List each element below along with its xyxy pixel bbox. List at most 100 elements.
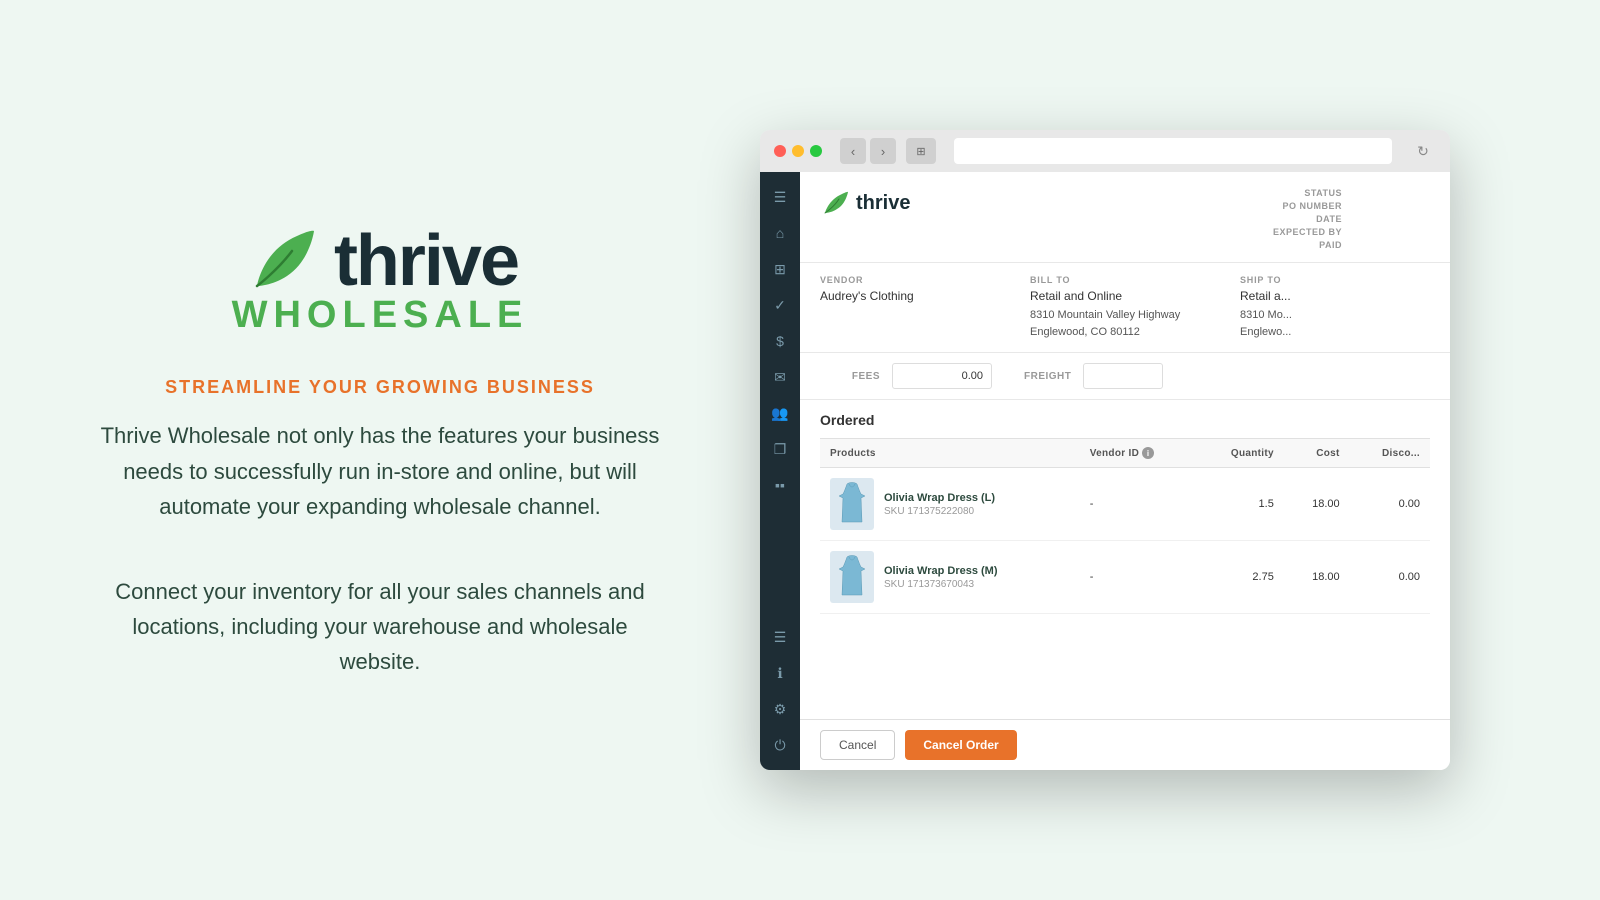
back-button[interactable]: ‹ bbox=[840, 138, 866, 164]
vendor-id-2: - bbox=[1080, 541, 1197, 614]
paid-value bbox=[1350, 240, 1430, 250]
app-logo: thrive bbox=[820, 188, 910, 218]
browser-titlebar: ‹ › ⊞ ↻ bbox=[760, 130, 1450, 172]
app-content: ☰ ⌂ ⊞ ✓ $ ✉ 👥 ❐ ▪▪ ☰ ℹ ⚙ ⏻ bbox=[760, 172, 1450, 770]
ordered-title: Ordered bbox=[820, 412, 1430, 428]
description1: Thrive Wholesale not only has the featur… bbox=[80, 418, 680, 524]
url-bar[interactable] bbox=[954, 138, 1392, 164]
freight-label: FREIGHT bbox=[1024, 371, 1071, 382]
sidebar-chart-icon[interactable]: ▪▪ bbox=[762, 468, 798, 502]
dress-icon-2 bbox=[837, 555, 867, 599]
cancel-button[interactable]: Cancel bbox=[820, 730, 895, 760]
quantity-2: 2.75 bbox=[1197, 541, 1284, 614]
status-label: STATUS bbox=[1304, 188, 1342, 198]
col-cost: Cost bbox=[1284, 439, 1350, 468]
table-header-row: Products Vendor ID i Quantity Cost Disco bbox=[820, 439, 1430, 468]
sidebar-check-icon[interactable]: ✓ bbox=[762, 288, 798, 322]
ship-to-addr1: 8310 Mo... bbox=[1240, 309, 1292, 321]
product-sku-1: SKU 171375222080 bbox=[884, 506, 995, 517]
cost-1: 18.00 bbox=[1284, 468, 1350, 541]
product-name-1: Olivia Wrap Dress (L) bbox=[884, 492, 995, 504]
col-products: Products bbox=[820, 439, 1080, 468]
sidebar-list-icon[interactable]: ☰ bbox=[762, 620, 798, 654]
ship-to-address: 8310 Mo... Englewo... bbox=[1240, 307, 1430, 340]
bill-to-address: 8310 Mountain Valley Highway Englewood, … bbox=[1030, 307, 1220, 340]
paid-label: PAID bbox=[1319, 240, 1342, 250]
sidebar-copy-icon[interactable]: ❐ bbox=[762, 432, 798, 466]
left-panel: thrive WHOLESALE STREAMLINE YOUR GROWING… bbox=[0, 0, 760, 900]
product-info-1: Olivia Wrap Dress (L) SKU 171375222080 bbox=[884, 492, 995, 517]
ship-to-block: SHIP TO Retail a... 8310 Mo... Englewo..… bbox=[1240, 275, 1430, 340]
status-value bbox=[1350, 188, 1430, 198]
dot-green-window[interactable] bbox=[810, 145, 822, 157]
table-row: Olivia Wrap Dress (M) SKU 171373670043 -… bbox=[820, 541, 1430, 614]
po-number-row: PO NUMBER bbox=[1282, 201, 1430, 211]
table-row: Olivia Wrap Dress (L) SKU 171375222080 -… bbox=[820, 468, 1430, 541]
sidebar-menu-icon[interactable]: ☰ bbox=[762, 180, 798, 214]
app-logo-text: thrive bbox=[856, 192, 910, 215]
sidebar-grid-icon[interactable]: ⊞ bbox=[762, 252, 798, 286]
sidebar-dollar-icon[interactable]: $ bbox=[762, 324, 798, 358]
vendor-name: Audrey's Clothing bbox=[820, 289, 1010, 303]
vendor-label: VENDOR bbox=[820, 275, 1010, 285]
product-cell-2: Olivia Wrap Dress (M) SKU 171373670043 bbox=[820, 541, 1080, 614]
fees-input[interactable] bbox=[892, 363, 992, 389]
freight-input[interactable] bbox=[1083, 363, 1163, 389]
sidebar-settings-icon[interactable]: ⚙ bbox=[762, 692, 798, 726]
sidebar-mail-icon[interactable]: ✉ bbox=[762, 360, 798, 394]
sidebar-info-icon[interactable]: ℹ bbox=[762, 656, 798, 690]
expected-by-row: EXPECTED BY bbox=[1273, 227, 1430, 237]
products-table: Products Vendor ID i Quantity Cost Disco bbox=[820, 438, 1430, 614]
product-info-2: Olivia Wrap Dress (M) SKU 171373670043 bbox=[884, 565, 998, 590]
bill-to-name: Retail and Online bbox=[1030, 289, 1220, 303]
dress-icon-1 bbox=[837, 482, 867, 526]
forward-button[interactable]: › bbox=[870, 138, 896, 164]
logo-wholesale-text: WHOLESALE bbox=[232, 294, 529, 337]
expected-by-label: EXPECTED BY bbox=[1273, 227, 1342, 237]
refresh-button[interactable]: ↻ bbox=[1410, 138, 1436, 164]
sidebar-home-icon[interactable]: ⌂ bbox=[762, 216, 798, 250]
product-sku-2: SKU 171373670043 bbox=[884, 579, 998, 590]
discount-1: 0.00 bbox=[1350, 468, 1430, 541]
dot-yellow[interactable] bbox=[792, 145, 804, 157]
cost-2: 18.00 bbox=[1284, 541, 1350, 614]
cancel-order-button[interactable]: Cancel Order bbox=[905, 730, 1016, 760]
sidebar-power-icon[interactable]: ⏻ bbox=[762, 728, 798, 762]
quantity-1: 1.5 bbox=[1197, 468, 1284, 541]
leaf-icon bbox=[242, 221, 322, 301]
ship-to-addr2: Englewo... bbox=[1240, 326, 1291, 338]
browser-dots bbox=[774, 145, 822, 157]
bill-to-block: BILL TO Retail and Online 8310 Mountain … bbox=[1030, 275, 1220, 340]
tab-button[interactable]: ⊞ bbox=[906, 138, 936, 164]
col-quantity: Quantity bbox=[1197, 439, 1284, 468]
date-row: DATE bbox=[1316, 214, 1430, 224]
po-number-label: PO NUMBER bbox=[1282, 201, 1342, 211]
date-value bbox=[1350, 214, 1430, 224]
ship-to-name: Retail a... bbox=[1240, 289, 1430, 303]
ordered-section: Ordered Products Vendor ID i bbox=[800, 400, 1450, 614]
vendor-id-info-icon: i bbox=[1142, 447, 1154, 459]
sidebar-users-icon[interactable]: 👥 bbox=[762, 396, 798, 430]
app-leaf-icon bbox=[820, 188, 850, 218]
discount-2: 0.00 bbox=[1350, 541, 1430, 614]
vendor-block: VENDOR Audrey's Clothing bbox=[820, 275, 1010, 340]
po-meta: STATUS PO NUMBER DATE EXPECTED BY bbox=[1273, 188, 1430, 250]
status-row: STATUS bbox=[1304, 188, 1430, 198]
logo-thrive-text: thrive bbox=[334, 220, 518, 302]
product-image-1 bbox=[830, 478, 874, 530]
col-discount: Disco... bbox=[1350, 439, 1430, 468]
sidebar: ☰ ⌂ ⊞ ✓ $ ✉ 👥 ❐ ▪▪ ☰ ℹ ⚙ ⏻ bbox=[760, 172, 800, 770]
fees-label: FEES bbox=[820, 371, 880, 382]
date-label: DATE bbox=[1316, 214, 1342, 224]
po-header: thrive STATUS PO NUMBER DATE bbox=[800, 172, 1450, 263]
dot-red[interactable] bbox=[774, 145, 786, 157]
description2: Connect your inventory for all your sale… bbox=[90, 574, 670, 680]
tagline: STREAMLINE YOUR GROWING BUSINESS bbox=[165, 377, 595, 398]
vendor-section: VENDOR Audrey's Clothing BILL TO Retail … bbox=[800, 263, 1450, 353]
product-cell-1: Olivia Wrap Dress (L) SKU 171375222080 bbox=[820, 468, 1080, 541]
browser-window: ‹ › ⊞ ↻ ☰ ⌂ ⊞ ✓ $ ✉ 👥 ❐ ▪▪ ☰ ℹ bbox=[760, 130, 1450, 770]
bill-to-addr2: Englewood, CO 80112 bbox=[1030, 326, 1140, 338]
logo-row: thrive bbox=[242, 220, 518, 302]
browser-nav: ‹ › bbox=[840, 138, 896, 164]
ship-to-label: SHIP TO bbox=[1240, 275, 1430, 285]
